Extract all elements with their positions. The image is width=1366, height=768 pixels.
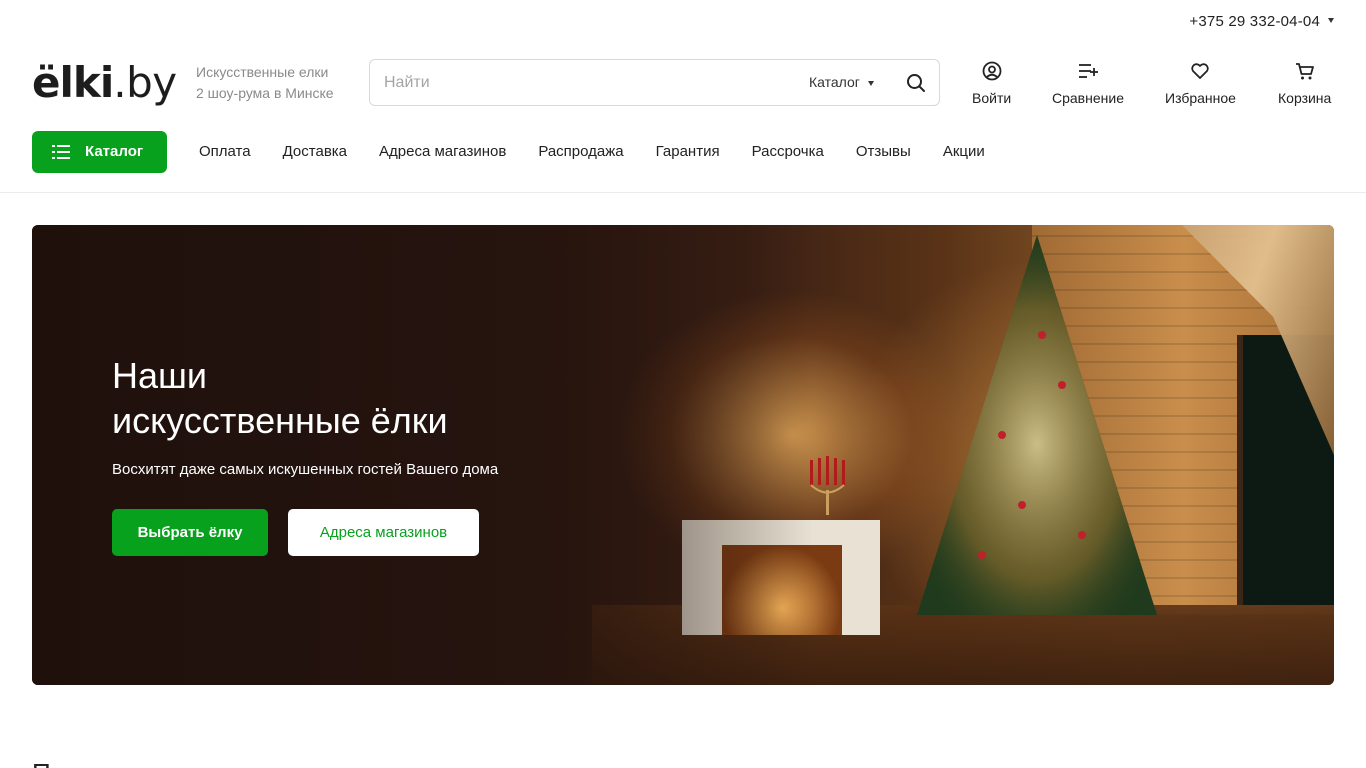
logo[interactable]: ёlki .by: [32, 54, 177, 104]
login-label: Войти: [972, 90, 1012, 106]
catalog-button[interactable]: Каталог: [32, 131, 167, 173]
nav-item-reviews[interactable]: Отзывы: [856, 143, 911, 160]
search-icon: [907, 74, 925, 92]
nav-item-sale[interactable]: Распродажа: [538, 143, 623, 160]
favorites-button[interactable]: Избранное: [1165, 60, 1236, 106]
hero-subtitle: Восхитят даже самых искушенных гостей Ва…: [112, 461, 499, 478]
compare-icon: [1078, 64, 1098, 78]
cart-icon: [1295, 63, 1314, 80]
phone-dropdown-icon[interactable]: [1328, 18, 1334, 23]
phone-number[interactable]: +375 29 332-04-04: [1189, 13, 1320, 30]
compare-button[interactable]: Сравнение: [1052, 60, 1124, 106]
tagline: Искусственные елки 2 шоу-рума в Минске: [196, 62, 334, 104]
favorites-label: Избранное: [1165, 90, 1236, 106]
store-addresses-button[interactable]: Адреса магазинов: [288, 509, 479, 556]
nav-item-delivery[interactable]: Доставка: [283, 143, 347, 160]
cart-label: Корзина: [1278, 90, 1332, 106]
hero-title: Наши искусственные ёлки: [112, 353, 448, 443]
compare-label: Сравнение: [1052, 90, 1124, 106]
user-icon: [982, 61, 1001, 81]
nav-item-installments[interactable]: Рассрочка: [752, 143, 824, 160]
search-button[interactable]: [903, 70, 929, 96]
chevron-down-icon[interactable]: [868, 81, 874, 86]
login-button[interactable]: Войти: [972, 60, 1011, 106]
header-divider: [0, 192, 1366, 193]
search-input[interactable]: [384, 60, 784, 105]
header: ёlki .by Искусственные елки 2 шоу-рума в …: [0, 44, 1366, 124]
top-bar: +375 29 332-04-04: [0, 0, 1366, 44]
nav-item-store-addresses[interactable]: Адреса магазинов: [379, 143, 506, 160]
hero-title-line-2: искусственные ёлки: [112, 400, 448, 441]
section-heading: П: [32, 758, 51, 768]
nav-item-payment[interactable]: Оплата: [199, 143, 251, 160]
search-category-select[interactable]: Каталог: [809, 74, 860, 90]
tagline-line-2: 2 шоу-рума в Минске: [196, 85, 334, 101]
hero-title-line-1: Наши: [112, 355, 208, 396]
catalog-button-label: Каталог: [85, 143, 144, 160]
main-nav: Оплата Доставка Адреса магазинов Распрод…: [199, 143, 1017, 160]
list-icon: [52, 145, 70, 159]
hero-banner: Наши искусственные ёлки Восхитят даже са…: [32, 225, 1334, 685]
nav-item-promotions[interactable]: Акции: [943, 143, 985, 160]
hero-overlay: [32, 225, 1334, 685]
search-bar: Каталог: [369, 59, 940, 106]
tagline-line-1: Искусственные елки: [196, 64, 329, 80]
cart-button[interactable]: Корзина: [1278, 60, 1331, 106]
heart-icon: [1191, 63, 1210, 79]
nav-item-warranty[interactable]: Гарантия: [656, 143, 720, 160]
logo-tld-text: .by: [113, 58, 177, 107]
choose-tree-button[interactable]: Выбрать ёлку: [112, 509, 268, 556]
logo-main-text: ёlki: [32, 58, 114, 107]
